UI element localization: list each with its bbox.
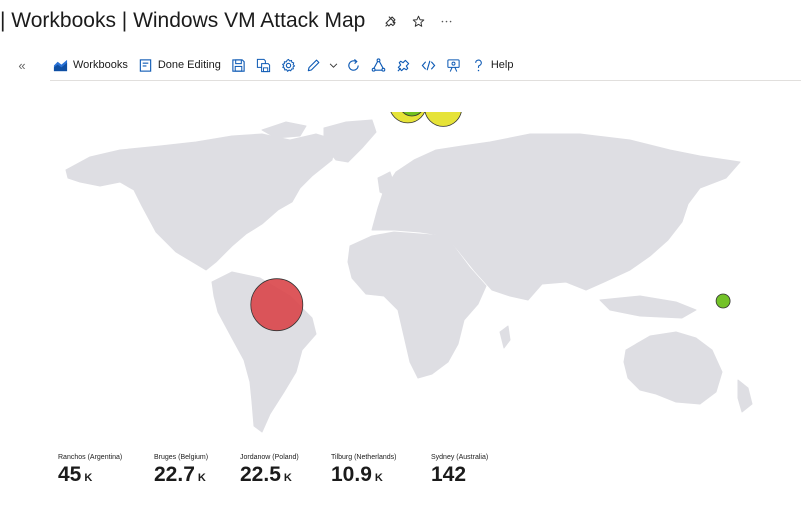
help-icon [471, 58, 486, 73]
tile-value: 45 [58, 463, 82, 486]
advanced-editor-button[interactable] [416, 52, 441, 78]
land-new-zealand [737, 379, 753, 413]
tile-value: 22.7 [154, 463, 195, 486]
pin-icon[interactable] [383, 14, 397, 28]
done-editing-label: Done Editing [157, 59, 221, 71]
edit-dropdown-button[interactable] [326, 52, 341, 78]
star-icon[interactable] [411, 14, 425, 28]
tile-ranchos[interactable]: Ranchos (Argentina) 45 K [58, 454, 154, 485]
share-icon [371, 57, 386, 73]
title-actions [383, 14, 453, 28]
workbooks-icon [53, 58, 68, 73]
done-editing-button[interactable]: Done Editing [133, 52, 226, 78]
land-indonesia [599, 295, 697, 319]
map-marker-sydney[interactable] [715, 293, 731, 309]
save-button[interactable] [226, 52, 251, 78]
done-editing-icon [138, 58, 153, 73]
world-map[interactable] [48, 85, 788, 442]
tile-unit: K [374, 472, 383, 484]
tile-location: Ranchos (Argentina) [58, 454, 123, 461]
map-marker-ranchos[interactable] [250, 278, 304, 332]
tile-value: 22.5 [240, 463, 281, 486]
tile-bruges[interactable]: Bruges (Belgium) 22.7 K [154, 454, 240, 485]
tile-location: Bruges (Belgium) [154, 454, 209, 461]
tile-unit: K [197, 472, 206, 484]
land-australia [623, 331, 723, 405]
chevron-down-icon [328, 60, 339, 71]
tile-location: Tilburg (Netherlands) [331, 454, 397, 461]
pin-icon [396, 58, 411, 73]
save-icon [231, 58, 246, 73]
land-madagascar [499, 325, 511, 349]
edit-icon [306, 58, 321, 73]
settings-button[interactable] [276, 52, 301, 78]
tile-unit: K [283, 472, 292, 484]
share-button[interactable] [366, 52, 391, 78]
edit-button[interactable] [301, 52, 326, 78]
title-bar: | Workbooks | Windows VM Attack Map [0, 6, 453, 36]
land-greenland [323, 119, 377, 163]
tile-location: Sydney (Australia) [431, 454, 489, 461]
settings-icon [281, 58, 296, 73]
feedback-icon [446, 58, 461, 73]
tile-tilburg[interactable]: Tilburg (Netherlands) 10.9 K [331, 454, 431, 485]
help-label: Help [490, 59, 514, 71]
more-icon[interactable] [439, 14, 453, 28]
tile-sydney[interactable]: Sydney (Australia) 142 [431, 454, 521, 485]
map-canvas [65, 85, 753, 433]
help-button[interactable]: Help [466, 52, 519, 78]
save-as-icon [256, 58, 271, 73]
toolbar: Workbooks Done Editing Help [50, 50, 801, 81]
collapse-panel-button[interactable]: « [14, 56, 30, 74]
pin-to-dashboard-button[interactable] [391, 52, 416, 78]
map-marker-jordanow[interactable] [424, 88, 463, 127]
code-icon [421, 58, 436, 73]
feedback-button[interactable] [441, 52, 466, 78]
tile-value: 10.9 [331, 463, 372, 486]
tile-unit: K [84, 472, 93, 484]
land-north-america [65, 133, 337, 271]
location-tiles: Ranchos (Argentina) 45 K Bruges (Belgium)… [58, 454, 521, 485]
landmass [65, 119, 753, 433]
page-title: | Workbooks | Windows VM Attack Map [0, 9, 366, 32]
tile-value: 142 [431, 463, 467, 486]
tile-jordanow[interactable]: Jordanow (Poland) 22.5 K [240, 454, 331, 485]
refresh-icon [346, 58, 361, 73]
save-as-button[interactable] [251, 52, 276, 78]
workbooks-label: Workbooks [73, 59, 128, 71]
workbooks-button[interactable]: Workbooks [50, 52, 133, 78]
refresh-button[interactable] [341, 52, 366, 78]
tile-location: Jordanow (Poland) [240, 454, 299, 461]
